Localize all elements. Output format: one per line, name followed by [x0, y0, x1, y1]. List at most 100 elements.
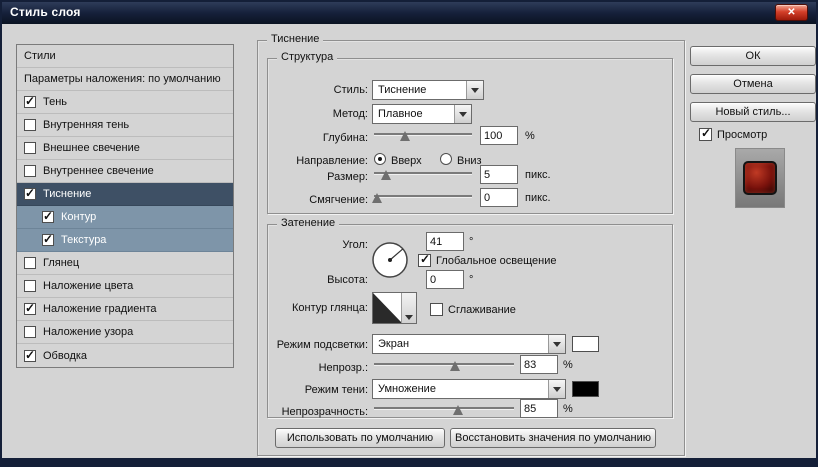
shadow-color-swatch[interactable] — [572, 381, 599, 397]
list-item-label: Тень — [43, 96, 68, 108]
bevel-checkbox[interactable]: ✓ — [24, 186, 36, 200]
soften-input[interactable] — [480, 188, 518, 207]
list-item-pattern-overlay[interactable]: Наложение узора — [17, 321, 233, 344]
slider-thumb[interactable] — [450, 361, 461, 371]
soften-slider[interactable] — [371, 190, 472, 204]
altitude-unit: ° — [469, 274, 474, 286]
slider-track — [374, 133, 472, 135]
antialias-checkbox[interactable] — [430, 303, 443, 316]
outer-glow-checkbox[interactable] — [24, 142, 36, 154]
use-defaults-button[interactable]: Использовать по умолчанию — [275, 428, 445, 448]
contour-checkbox[interactable]: ✓ — [42, 209, 54, 223]
check-icon: ✓ — [420, 252, 431, 266]
new-style-button[interactable]: Новый стиль... — [690, 102, 816, 122]
shadow-mode-dropdown[interactable]: Умножение — [372, 379, 566, 399]
satin-checkbox[interactable] — [24, 257, 36, 269]
list-item-contour[interactable]: ✓ Контур — [17, 206, 233, 229]
list-item-styles[interactable]: Стили — [17, 45, 233, 68]
list-item-inner-glow[interactable]: Внутреннее свечение — [17, 160, 233, 183]
style-dropdown-value: Тиснение — [378, 84, 427, 96]
altitude-input[interactable] — [426, 270, 464, 289]
close-button[interactable]: ✕ — [775, 4, 808, 21]
list-item-label: Наложение цвета — [43, 280, 134, 292]
depth-input[interactable] — [480, 126, 518, 145]
soften-label: Смягчение: — [309, 194, 368, 206]
highlight-opacity-label: Непрозр.: — [318, 362, 368, 374]
list-item-blending-options[interactable]: Параметры наложения: по умолчанию — [17, 68, 233, 91]
list-item-bevel-emboss[interactable]: ✓ Тиснение — [17, 183, 233, 206]
list-item-drop-shadow[interactable]: ✓ Тень — [17, 91, 233, 114]
slider-thumb[interactable] — [400, 131, 411, 141]
check-icon: ✓ — [43, 232, 54, 246]
slider-track — [374, 363, 514, 365]
list-item-satin[interactable]: Глянец — [17, 252, 233, 275]
list-item-label: Внутренняя тень — [43, 119, 130, 131]
inner-shadow-checkbox[interactable] — [24, 119, 36, 131]
list-item-outer-glow[interactable]: Внешнее свечение — [17, 137, 233, 160]
direction-up-radio[interactable] — [374, 153, 386, 165]
gloss-contour-picker[interactable] — [372, 292, 417, 324]
global-light-checkbox[interactable]: ✓ — [418, 252, 431, 267]
stroke-checkbox[interactable]: ✓ — [24, 348, 36, 362]
reset-defaults-button[interactable]: Восстановить значения по умолчанию — [450, 428, 656, 448]
shadow-mode-value: Умножение — [378, 383, 436, 395]
texture-checkbox[interactable]: ✓ — [42, 232, 54, 246]
styles-list: Стили Параметры наложения: по умолчанию … — [16, 44, 234, 368]
depth-slider[interactable] — [374, 128, 472, 142]
pattern-overlay-checkbox[interactable] — [24, 326, 36, 338]
antialias-label: Сглаживание — [448, 304, 516, 316]
list-item-label: Внутреннее свечение — [43, 165, 154, 177]
slider-track — [374, 195, 472, 197]
list-item-color-overlay[interactable]: Наложение цвета — [17, 275, 233, 298]
highlight-color-swatch[interactable] — [572, 336, 599, 352]
highlight-opacity-slider[interactable] — [374, 358, 514, 372]
style-label: Стиль: — [333, 84, 368, 96]
shading-group-title: Затенение — [277, 217, 340, 229]
bevel-group-title: Тиснение — [267, 33, 324, 45]
angle-input[interactable] — [426, 232, 464, 251]
style-dropdown[interactable]: Тиснение — [372, 80, 484, 100]
cancel-button[interactable]: Отмена — [690, 74, 816, 94]
preview-checkbox[interactable]: ✓ — [699, 126, 712, 141]
highlight-mode-dropdown[interactable]: Экран — [372, 334, 566, 354]
shadow-opacity-slider[interactable] — [374, 402, 514, 416]
shadow-opacity-input[interactable] — [520, 399, 558, 418]
angle-dial[interactable] — [370, 240, 410, 280]
list-item-label: Текстура — [61, 234, 107, 246]
highlight-opacity-input[interactable] — [520, 355, 558, 374]
drop-shadow-checkbox[interactable]: ✓ — [24, 94, 36, 108]
list-item-stroke[interactable]: ✓ Обводка — [17, 344, 233, 367]
list-item-inner-shadow[interactable]: Внутренняя тень — [17, 114, 233, 137]
title-bar[interactable]: Стиль слоя — [2, 2, 816, 24]
window-title: Стиль слоя — [10, 5, 81, 19]
list-item-label: Наложение узора — [43, 326, 134, 338]
soften-unit: пикс. — [525, 192, 551, 204]
shadow-opacity-unit: % — [563, 403, 573, 415]
check-icon: ✓ — [25, 301, 36, 315]
dropdown-arrow-icon — [548, 380, 565, 398]
size-input[interactable] — [480, 165, 518, 184]
size-label: Размер: — [327, 171, 368, 183]
slider-thumb[interactable] — [371, 193, 382, 203]
list-item-label: Внешнее свечение — [43, 142, 140, 154]
angle-label: Угол: — [342, 239, 368, 251]
inner-glow-checkbox[interactable] — [24, 165, 36, 177]
direction-down-radio[interactable] — [440, 153, 452, 165]
contour-dropdown-arrow-icon[interactable] — [402, 293, 416, 323]
color-overlay-checkbox[interactable] — [24, 280, 36, 292]
list-item-label: Контур — [61, 211, 97, 223]
dropdown-arrow-icon — [466, 81, 483, 99]
slider-thumb[interactable] — [380, 170, 391, 180]
gradient-overlay-checkbox[interactable]: ✓ — [24, 301, 36, 315]
list-item-label: Стили — [24, 50, 56, 62]
size-slider[interactable] — [374, 167, 472, 181]
method-dropdown[interactable]: Плавное — [372, 104, 472, 124]
slider-thumb[interactable] — [453, 405, 463, 415]
list-item-gradient-overlay[interactable]: ✓ Наложение градиента — [17, 298, 233, 321]
shadow-opacity-label: Непрозрачность: — [281, 406, 368, 418]
method-dropdown-value: Плавное — [378, 108, 423, 120]
ok-button[interactable]: ОК — [690, 46, 816, 66]
list-item-texture[interactable]: ✓ Текстура — [17, 229, 233, 252]
list-item-label: Параметры наложения: по умолчанию — [24, 73, 221, 85]
style-preview-thumbnail — [735, 148, 785, 208]
